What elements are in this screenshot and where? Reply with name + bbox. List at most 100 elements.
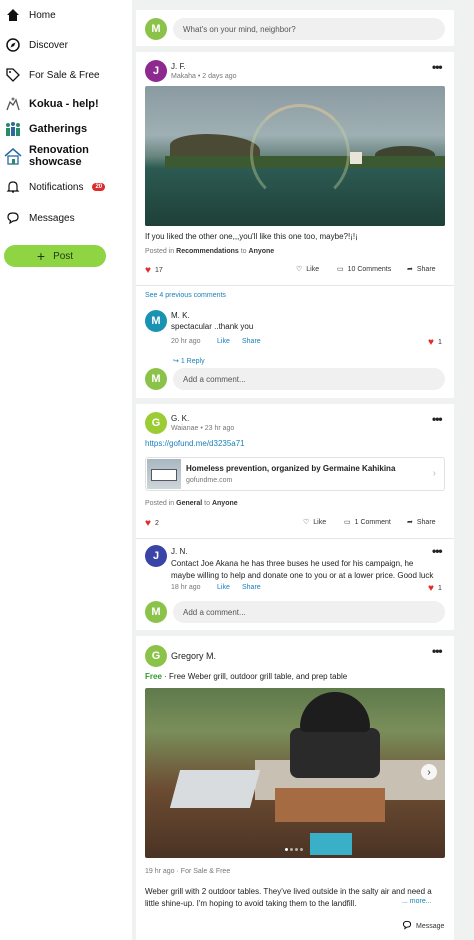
more-options-icon[interactable]: ••• bbox=[432, 644, 443, 658]
audience-link[interactable]: Anyone bbox=[249, 248, 275, 255]
more-options-icon[interactable]: ••• bbox=[432, 544, 443, 558]
post-meta: 19 hr ago · For Sale & Free bbox=[145, 868, 231, 875]
share-icon: ➦ bbox=[407, 266, 413, 273]
sidebar-item-label: Home bbox=[29, 9, 56, 21]
chat-icon bbox=[4, 209, 22, 227]
chevron-right-icon[interactable]: › bbox=[421, 764, 437, 780]
chevron-right-icon: › bbox=[432, 468, 436, 479]
sidebar-item-messages[interactable]: Messages bbox=[4, 209, 75, 227]
listing-title-text: · Free Weber grill, outdoor grill table,… bbox=[161, 672, 348, 681]
sidebar-item-label: Discover bbox=[29, 39, 68, 51]
comment-share-link[interactable]: Share bbox=[242, 584, 261, 591]
sidebar-item-label: Notifications bbox=[29, 181, 84, 193]
like-button[interactable]: ♡ Like bbox=[303, 518, 327, 527]
comment-icon: ▭ bbox=[337, 266, 344, 273]
sidebar: Home Discover For Sale & Free Kokua - he… bbox=[0, 0, 132, 940]
sidebar-item-discover[interactable]: Discover bbox=[4, 36, 68, 54]
comment-time: 18 hr ago bbox=[171, 584, 201, 591]
free-badge: Free bbox=[145, 672, 162, 681]
share-button[interactable]: ➦ Share bbox=[407, 518, 436, 527]
sidebar-item-for-sale[interactable]: For Sale & Free bbox=[4, 66, 100, 84]
see-previous-comments-link[interactable]: See 4 previous comments bbox=[145, 292, 226, 299]
share-button[interactable]: ➦ Share bbox=[407, 265, 436, 274]
to-label: to bbox=[240, 248, 247, 255]
post-button[interactable]: + Post bbox=[4, 245, 106, 267]
like-button[interactable]: ♡ Like bbox=[296, 265, 319, 274]
preview-title: Homeless prevention, organized by Germai… bbox=[186, 464, 396, 473]
comment-reaction-count[interactable]: ♥ 1 bbox=[428, 583, 442, 594]
listing-title: Free · Free Weber grill, outdoor grill t… bbox=[145, 672, 347, 681]
notification-badge: 20 bbox=[92, 183, 106, 191]
avatar: M bbox=[145, 310, 167, 332]
add-comment-input[interactable]: Add a comment... bbox=[173, 368, 445, 390]
reaction-count[interactable]: ♥ 2 bbox=[145, 518, 159, 529]
reaction-number: 1 bbox=[437, 585, 442, 592]
composer-input[interactable]: What's on your mind, neighbor? bbox=[173, 18, 445, 40]
like-label: Like bbox=[313, 518, 327, 526]
avatar: G bbox=[145, 412, 167, 434]
replies-link[interactable]: ↪ 1 Reply bbox=[173, 357, 205, 365]
comment-time: 20 hr ago bbox=[171, 338, 201, 345]
post-link[interactable]: https://gofund.me/d3235a71 bbox=[145, 438, 245, 450]
post-text: Weber grill with 2 outdoor tables. They'… bbox=[145, 887, 432, 908]
heart-outline-icon: ♡ bbox=[296, 266, 303, 273]
preview-thumbnail bbox=[147, 459, 181, 489]
post-author[interactable]: J. F. bbox=[171, 62, 186, 71]
sidebar-item-gatherings[interactable]: Gatherings bbox=[4, 120, 87, 138]
post-author[interactable]: G. K. bbox=[171, 414, 189, 423]
sidebar-item-renovation[interactable]: Renovation showcase bbox=[4, 144, 132, 168]
comment-like-link[interactable]: Like bbox=[217, 338, 230, 345]
message-button[interactable]: Message bbox=[402, 920, 444, 932]
composer-card: M What's on your mind, neighbor? bbox=[136, 10, 454, 46]
heart-outline-icon: ♡ bbox=[303, 519, 310, 526]
sidebar-item-label: Messages bbox=[29, 212, 75, 224]
heart-icon: ♥ bbox=[428, 583, 434, 594]
comment-share-link[interactable]: Share bbox=[242, 338, 261, 345]
reaction-count[interactable]: ♥ 17 bbox=[145, 265, 163, 276]
bell-icon bbox=[4, 178, 22, 196]
sidebar-item-label: Gatherings bbox=[29, 123, 88, 135]
comment-reaction-count[interactable]: ♥ 1 bbox=[428, 337, 442, 348]
comments-button[interactable]: ▭ 1 Comment bbox=[344, 518, 391, 527]
comments-label: 10 Comments bbox=[347, 265, 392, 273]
more-options-icon[interactable]: ••• bbox=[432, 412, 443, 426]
post-photo[interactable] bbox=[145, 86, 445, 226]
replies-label: 1 Reply bbox=[180, 358, 205, 365]
reaction-number: 17 bbox=[154, 267, 163, 274]
reaction-number: 2 bbox=[154, 520, 159, 527]
avatar: M bbox=[145, 601, 167, 623]
category-link[interactable]: General bbox=[176, 500, 202, 507]
more-options-icon[interactable]: ••• bbox=[432, 60, 443, 74]
sidebar-item-kokua[interactable]: Kokua - help! bbox=[4, 95, 99, 113]
avatar: G bbox=[145, 645, 167, 667]
add-comment-input[interactable]: Add a comment... bbox=[173, 601, 445, 623]
sidebar-item-home[interactable]: Home bbox=[4, 6, 56, 24]
avatar: J bbox=[145, 60, 167, 82]
comment-icon: ▭ bbox=[344, 519, 351, 526]
category-link[interactable]: Recommendations bbox=[176, 248, 239, 255]
comment-author[interactable]: M. K. bbox=[171, 311, 190, 320]
more-link[interactable]: ... more... bbox=[402, 898, 432, 905]
comment-like-link[interactable]: Like bbox=[217, 584, 230, 591]
post-category: Posted in Recommendations to Anyone bbox=[145, 248, 274, 255]
post-meta: Makaha • 2 days ago bbox=[171, 73, 237, 80]
home-icon bbox=[4, 6, 22, 24]
post-author[interactable]: Gregory M. bbox=[171, 651, 216, 661]
share-icon: ➦ bbox=[407, 519, 413, 526]
post-button-label: Post bbox=[53, 250, 74, 262]
heart-icon: ♥ bbox=[145, 518, 151, 529]
post-meta: Waianae • 23 hr ago bbox=[171, 425, 235, 432]
message-label: Message bbox=[416, 922, 445, 930]
posted-in-label: Posted in bbox=[145, 248, 175, 255]
comment-author[interactable]: J. N. bbox=[171, 547, 187, 556]
tag-icon bbox=[4, 66, 22, 84]
comments-button[interactable]: ▭ 10 Comments bbox=[337, 265, 392, 274]
sidebar-item-notifications[interactable]: Notifications 20 bbox=[4, 178, 106, 196]
listing-photo[interactable]: › bbox=[145, 688, 445, 858]
link-preview[interactable]: Homeless prevention, organized by Germai… bbox=[145, 457, 445, 491]
sidebar-item-label: Kokua - help! bbox=[29, 98, 99, 110]
post-category: Posted in General to Anyone bbox=[145, 500, 238, 507]
audience-link[interactable]: Anyone bbox=[212, 500, 238, 507]
post-card: J J. F. Makaha • 2 days ago ••• If you l… bbox=[136, 52, 454, 398]
comment-text: Contact Joe Akana he has three buses he … bbox=[171, 559, 434, 580]
